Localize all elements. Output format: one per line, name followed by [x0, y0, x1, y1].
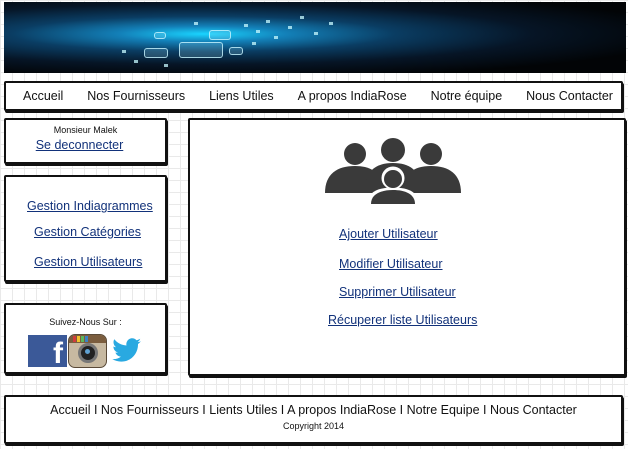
logout-link[interactable]: Se deconnecter — [36, 138, 124, 152]
nav-equipe[interactable]: Notre équipe — [431, 89, 503, 103]
delete-user-link[interactable]: Supprimer Utilisateur — [339, 285, 456, 299]
footer: Accueil I Nos Fournisseurs I Lients Util… — [4, 395, 623, 444]
add-user-link[interactable]: Ajouter Utilisateur — [339, 227, 438, 241]
nav-accueil[interactable]: Accueil — [23, 89, 63, 103]
user-name: Monsieur Malek — [53, 125, 118, 135]
nav-fournisseurs[interactable]: Nos Fournisseurs — [87, 89, 185, 103]
users-group-icon — [325, 138, 461, 204]
instagram-icon[interactable] — [68, 334, 107, 368]
list-users-link[interactable]: Récuperer liste Utilisateurs — [328, 313, 477, 327]
nav-liens-utiles[interactable]: Liens Utiles — [209, 89, 274, 103]
edit-user-link[interactable]: Modifier Utilisateur — [339, 257, 443, 271]
copyright: Copyright 2014 — [282, 421, 345, 431]
nav-contact[interactable]: Nous Contacter — [526, 89, 613, 103]
twitter-icon[interactable] — [108, 335, 146, 367]
facebook-icon[interactable]: f — [28, 335, 67, 370]
user-management-panel: Ajouter Utilisateur Modifier Utilisateur… — [188, 118, 626, 376]
nav-a-propos[interactable]: A propos IndiaRose — [298, 89, 407, 103]
user-panel: Monsieur Malek Se deconnecter — [4, 118, 167, 164]
footer-links[interactable]: Accueil I Nos Fournisseurs I Lients Util… — [6, 403, 621, 417]
social-panel: Suivez-Nous Sur : f — [4, 303, 167, 374]
header-banner — [4, 2, 626, 73]
management-panel: Gestion Indiagrammes Gestion Catégories … — [4, 175, 167, 282]
main-nav: Accueil Nos Fournisseurs Liens Utiles A … — [4, 81, 623, 111]
manage-categories-link[interactable]: Gestion Catégories — [34, 225, 141, 239]
social-title: Suivez-Nous Sur : — [49, 317, 122, 327]
manage-indiagrammes-link[interactable]: Gestion Indiagrammes — [27, 199, 153, 213]
manage-users-link[interactable]: Gestion Utilisateurs — [34, 255, 142, 269]
